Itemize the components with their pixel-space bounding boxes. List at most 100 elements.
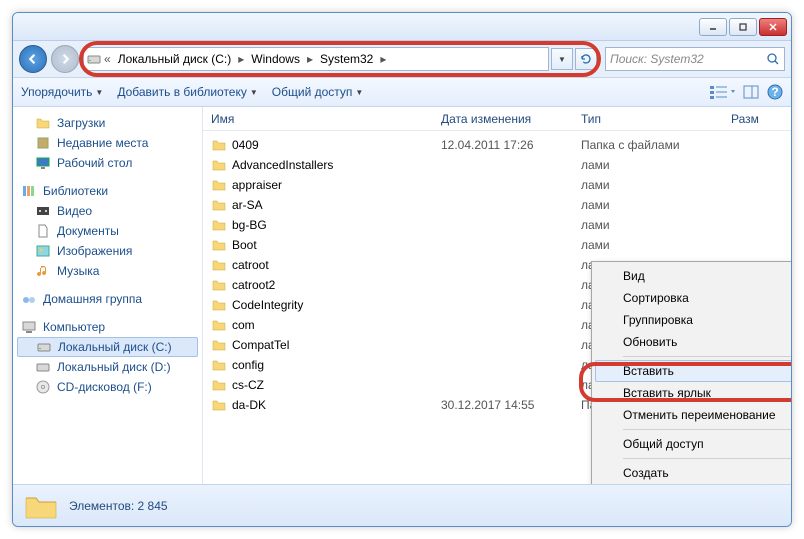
ctx-view[interactable]: Вид▶	[595, 265, 791, 287]
status-count: 2 845	[138, 499, 168, 513]
table-row[interactable]: 0409 12.04.2011 17:26Папка с файлами	[211, 135, 791, 155]
folder-icon	[211, 237, 227, 253]
share-menu[interactable]: Общий доступ ▼	[272, 85, 364, 99]
crumb-system32[interactable]: System32	[315, 48, 378, 70]
folder-icon	[211, 217, 227, 233]
sidebar-drive-c[interactable]: Локальный диск (C:)	[17, 337, 198, 357]
folder-icon	[211, 317, 227, 333]
sidebar-documents[interactable]: Документы	[17, 221, 198, 241]
disk-icon	[86, 51, 102, 67]
table-row[interactable]: appraiserлами	[211, 175, 791, 195]
address-dropdown[interactable]: ▼	[551, 48, 573, 70]
col-size[interactable]: Разм	[731, 112, 791, 126]
organize-menu[interactable]: Упорядочить ▼	[21, 85, 103, 99]
ctx-paste-shortcut[interactable]: Вставить ярлык	[595, 382, 791, 404]
navigation-pane: Загрузки Недавние места Рабочий стол Биб…	[13, 107, 203, 484]
table-row[interactable]: bg-BGлами	[211, 215, 791, 235]
sidebar-libraries-head[interactable]: Библиотеки	[17, 181, 198, 201]
folder-icon	[211, 397, 227, 413]
explorer-window: « Локальный диск (C:)▸ Windows▸ System32…	[12, 12, 792, 527]
sidebar-homegroup[interactable]: Домашняя группа	[17, 289, 198, 309]
file-name: catroot	[232, 258, 269, 272]
ctx-share[interactable]: Общий доступ▶	[595, 433, 791, 455]
forward-button[interactable]	[51, 45, 79, 73]
folder-icon	[211, 257, 227, 273]
file-date: 12.04.2011 17:26	[441, 138, 581, 152]
folder-icon	[23, 490, 59, 522]
sidebar-music[interactable]: Музыка	[17, 261, 198, 281]
recent-icon	[35, 135, 51, 151]
file-date: 30.12.2017 14:55	[441, 398, 581, 412]
ctx-separator	[623, 458, 791, 459]
video-icon	[35, 203, 51, 219]
titlebar	[13, 13, 791, 41]
status-bar: Элементов: 2 845	[13, 484, 791, 526]
file-name: CompatTel	[232, 338, 289, 352]
file-name: com	[232, 318, 255, 332]
folder-icon	[211, 337, 227, 353]
desktop-icon	[35, 155, 51, 171]
file-type: лами	[581, 198, 731, 212]
sidebar-pictures[interactable]: Изображения	[17, 241, 198, 261]
file-type: лами	[581, 158, 731, 172]
ctx-refresh[interactable]: Обновить	[595, 331, 791, 353]
ctx-new[interactable]: Создать▶	[595, 462, 791, 484]
preview-pane-button[interactable]	[743, 84, 759, 100]
folder-icon	[211, 277, 227, 293]
back-button[interactable]	[19, 45, 47, 73]
sidebar-desktop[interactable]: Рабочий стол	[17, 153, 198, 173]
folder-icon	[211, 177, 227, 193]
col-date[interactable]: Дата изменения	[441, 112, 581, 126]
table-row[interactable]: ar-SA лами	[211, 195, 791, 215]
table-row[interactable]: Boot лами	[211, 235, 791, 255]
file-name: ar-SA	[232, 198, 263, 212]
sidebar-downloads[interactable]: Загрузки	[17, 113, 198, 133]
crumb-c[interactable]: Локальный диск (C:)	[113, 48, 237, 70]
folder-icon	[211, 197, 227, 213]
sidebar-drive-d[interactable]: Локальный диск (D:)	[17, 357, 198, 377]
address-bar[interactable]: « Локальный диск (C:)▸ Windows▸ System32…	[83, 47, 549, 71]
table-row[interactable]: AdvancedInstallers лами	[211, 155, 791, 175]
file-type: Папка с файлами	[581, 138, 731, 152]
refresh-button[interactable]	[575, 48, 597, 70]
file-type: лами	[581, 238, 731, 252]
file-name: catroot2	[232, 278, 275, 292]
file-name: cs-CZ	[232, 378, 264, 392]
file-name: 0409	[232, 138, 259, 152]
folder-icon	[211, 357, 227, 373]
ctx-undo-rename[interactable]: Отменить переименованиеCTRL+Z	[595, 404, 791, 426]
add-to-library-menu[interactable]: Добавить в библиотеку ▼	[117, 85, 257, 99]
cd-icon	[35, 379, 51, 395]
file-list-pane: Имя Дата изменения Тип Разм 0409 12.04.20…	[203, 107, 791, 484]
close-button[interactable]	[759, 18, 787, 36]
sidebar-video[interactable]: Видео	[17, 201, 198, 221]
col-type[interactable]: Тип	[581, 112, 731, 126]
ctx-paste[interactable]: Вставить	[595, 360, 791, 382]
folder-icon	[211, 157, 227, 173]
minimize-button[interactable]	[699, 18, 727, 36]
folder-icon	[211, 137, 227, 153]
folder-icon	[211, 377, 227, 393]
computer-icon	[21, 319, 37, 335]
ctx-sort[interactable]: Сортировка▶	[595, 287, 791, 309]
maximize-button[interactable]	[729, 18, 757, 36]
ctx-separator	[623, 356, 791, 357]
folder-icon	[211, 297, 227, 313]
ctx-group[interactable]: Группировка▶	[595, 309, 791, 331]
ctx-separator	[623, 429, 791, 430]
sidebar-drive-cd[interactable]: CD-дисковод (F:)	[17, 377, 198, 397]
column-headers: Имя Дата изменения Тип Разм	[203, 107, 791, 131]
search-input[interactable]: Поиск: System32	[605, 47, 785, 71]
col-name[interactable]: Имя	[211, 112, 441, 126]
file-name: Boot	[232, 238, 257, 252]
view-mode-button[interactable]	[709, 84, 735, 100]
help-button[interactable]: ?	[767, 84, 783, 100]
file-name: AdvancedInstallers	[232, 158, 333, 172]
pictures-icon	[35, 243, 51, 259]
crumb-windows[interactable]: Windows	[246, 48, 305, 70]
status-label: Элементов:	[69, 499, 134, 513]
sidebar-computer-head[interactable]: Компьютер	[17, 317, 198, 337]
file-type: лами	[581, 218, 731, 232]
file-name: CodeIntegrity	[232, 298, 303, 312]
sidebar-recent[interactable]: Недавние места	[17, 133, 198, 153]
